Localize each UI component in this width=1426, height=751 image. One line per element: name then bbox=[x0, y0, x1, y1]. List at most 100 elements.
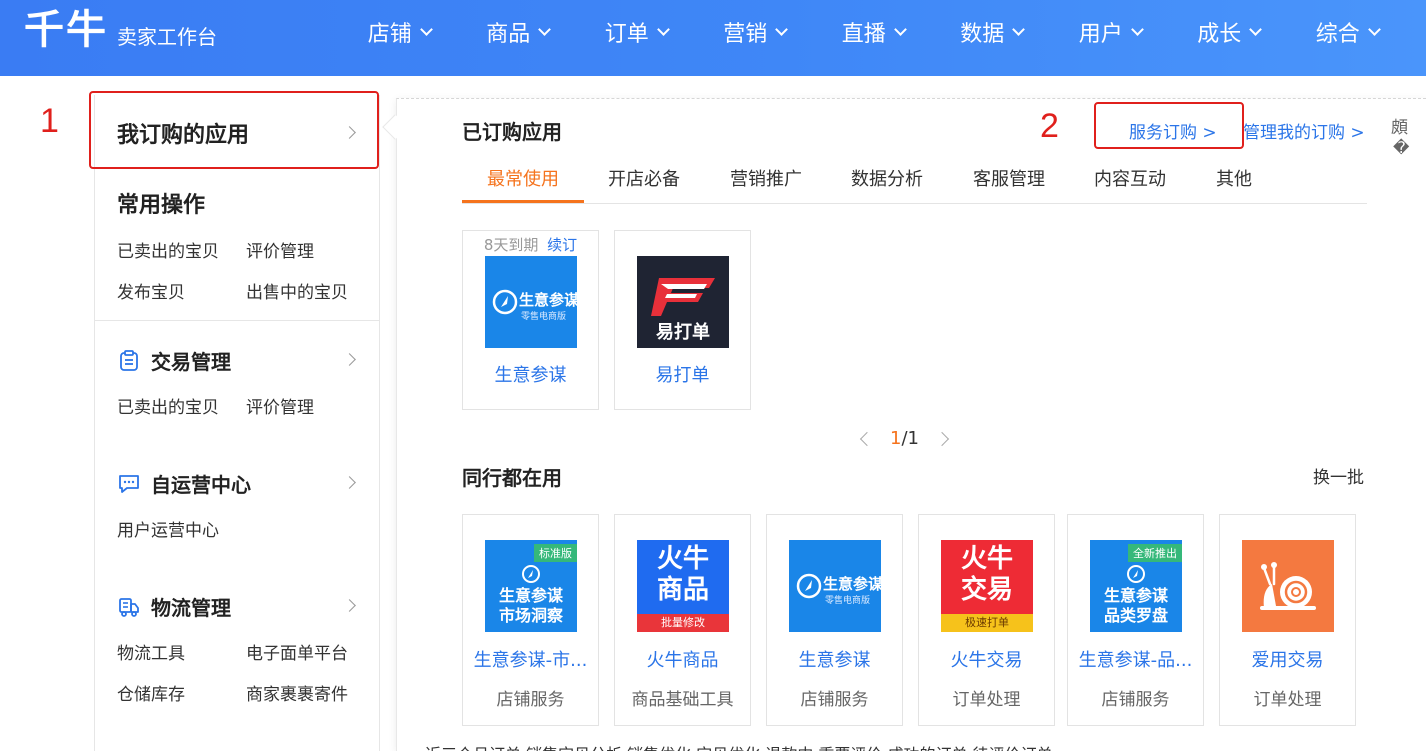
link-warehouse-inventory[interactable]: 仓储库存 bbox=[117, 680, 185, 705]
common-ops-title: 常用操作 bbox=[117, 193, 206, 218]
peer-app-card[interactable]: 火牛 交易 极速打单 火牛交易 订单处理 bbox=[918, 514, 1055, 726]
divider bbox=[95, 320, 380, 321]
underlying-shortcut-row: 近三个月订单 销售宝贝分析 销售优化 宝贝优化 退款中 重要评价 成功的订单 待… bbox=[425, 741, 1053, 751]
clipboard-icon bbox=[120, 349, 138, 371]
nav-live[interactable]: 直播 bbox=[814, 0, 933, 64]
nav-growth[interactable]: 成长 bbox=[1170, 0, 1289, 64]
shengyi-canmou-app-icon: 生意参谋 零售电商版 bbox=[789, 540, 881, 632]
purchased-app-card[interactable]: 易打单 易打单 bbox=[614, 230, 751, 410]
expiry-label: 8天到期 bbox=[483, 236, 539, 254]
tab-marketing[interactable]: 营销推广 bbox=[730, 165, 802, 191]
top-nav-bar: 千牛 卖家工作台 店铺 商品 订单 营销 直播 数据 用户 成长 综合 bbox=[0, 0, 1426, 76]
purchased-app-name: 生意参谋 bbox=[494, 365, 567, 386]
purchased-apps-title: 已订购应用 bbox=[462, 120, 562, 144]
main-nav: 店铺 商品 订单 营销 直播 数据 用户 成长 综合 bbox=[340, 0, 1407, 64]
huoniu-trade-app-icon: 火牛 交易 极速打单 bbox=[941, 540, 1033, 632]
peer-app-card[interactable]: 标准版 生意参谋 市场洞察 生意参谋-市... 店铺服务 bbox=[462, 514, 599, 726]
chevron-down-icon bbox=[893, 23, 907, 36]
annotation-box-1 bbox=[89, 91, 379, 169]
chevron-down-icon bbox=[419, 23, 433, 36]
peer-app-card[interactable]: 生意参谋 零售电商版 生意参谋 店铺服务 bbox=[766, 514, 903, 726]
market-insight-app-icon: 标准版 生意参谋 市场洞察 bbox=[485, 540, 577, 632]
tab-other[interactable]: 其他 bbox=[1216, 165, 1252, 191]
link-e-waybill-platform[interactable]: 电子面单平台 bbox=[246, 639, 348, 664]
current-page: 1 bbox=[890, 428, 902, 449]
peer-app-name: 生意参谋-市... bbox=[473, 650, 588, 671]
peer-app-category: 店铺服务 bbox=[800, 690, 869, 710]
nav-shop[interactable]: 店铺 bbox=[340, 0, 459, 64]
annotation-number-2: 2 bbox=[1040, 107, 1059, 145]
refresh-batch-button[interactable]: 换一批 bbox=[1313, 463, 1364, 488]
link-guoguo-shipping[interactable]: 商家裹裹寄件 bbox=[246, 680, 348, 705]
chat-bubble-icon bbox=[119, 474, 139, 493]
active-tab-indicator bbox=[462, 200, 584, 203]
prev-page-icon[interactable] bbox=[859, 431, 875, 446]
chevron-down-icon bbox=[1130, 23, 1144, 36]
nav-marketing[interactable]: 营销 bbox=[696, 0, 815, 64]
left-menu-panel: 我订购的应用 常用操作 已卖出的宝贝 评价管理 发布宝贝 出售中的宝贝 交易管理… bbox=[94, 95, 380, 751]
app-category-tabs: 最常使用 开店必备 营销推广 数据分析 客服管理 内容互动 其他 bbox=[462, 160, 1367, 204]
next-page-icon[interactable] bbox=[934, 431, 950, 446]
chevron-right-icon bbox=[343, 599, 356, 612]
pagination: 1 /1 bbox=[859, 428, 950, 449]
tab-data-analysis[interactable]: 数据分析 bbox=[851, 165, 923, 191]
chevron-down-icon bbox=[656, 23, 670, 36]
chevron-down-icon bbox=[1367, 23, 1381, 36]
peer-app-name: 生意参谋 bbox=[798, 650, 871, 671]
peer-app-name: 火牛商品 bbox=[646, 650, 719, 671]
annotation-number-1: 1 bbox=[40, 102, 59, 140]
peer-app-name: 生意参谋-品... bbox=[1078, 650, 1193, 671]
purchased-app-name: 易打单 bbox=[655, 365, 710, 386]
chevron-down-icon bbox=[538, 23, 552, 36]
chevron-down-icon bbox=[1012, 23, 1026, 36]
trade-manage-title[interactable]: 交易管理 bbox=[117, 346, 231, 375]
link-on-sale-items[interactable]: 出售中的宝贝 bbox=[246, 278, 348, 303]
chevron-right-icon bbox=[343, 476, 356, 489]
link-review-manage[interactable]: 评价管理 bbox=[246, 393, 314, 418]
peer-app-category: 店铺服务 bbox=[496, 690, 565, 710]
peer-app-category: 店铺服务 bbox=[1101, 690, 1170, 710]
peer-app-card[interactable]: 全新推出 生意参谋 品类罗盘 生意参谋-品... 店铺服务 bbox=[1067, 514, 1204, 726]
logistics-manage-title[interactable]: 物流管理 bbox=[117, 592, 231, 621]
link-review-manage[interactable]: 评价管理 bbox=[246, 237, 314, 262]
qianniu-logo[interactable]: 千牛 bbox=[24, 8, 108, 52]
chevron-right-icon bbox=[343, 353, 356, 366]
nav-orders[interactable]: 订单 bbox=[577, 0, 696, 64]
huoniu-goods-app-icon: 火牛 商品 批量修改 bbox=[637, 540, 729, 632]
peer-app-name: 爱用交易 bbox=[1251, 650, 1324, 671]
renew-link[interactable]: 续订 bbox=[547, 236, 577, 254]
page-total: /1 bbox=[901, 428, 919, 449]
tab-content-interaction[interactable]: 内容互动 bbox=[1094, 165, 1166, 191]
nav-data[interactable]: 数据 bbox=[933, 0, 1052, 64]
annotation-box-2 bbox=[1094, 102, 1244, 149]
nav-users[interactable]: 用户 bbox=[1051, 0, 1170, 64]
workbench-subtitle: 卖家工作台 bbox=[117, 25, 217, 49]
link-publish-item[interactable]: 发布宝贝 bbox=[117, 278, 185, 303]
link-logistics-tools[interactable]: 物流工具 bbox=[117, 639, 185, 664]
peer-app-category: 订单处理 bbox=[1253, 690, 1322, 710]
link-user-operation-center[interactable]: 用户运营中心 bbox=[117, 516, 219, 541]
side-glyph: 頗 bbox=[1391, 118, 1408, 138]
peer-app-category: 商品基础工具 bbox=[631, 690, 734, 710]
link-sold-items[interactable]: 已卖出的宝贝 bbox=[117, 393, 219, 418]
peers-using-title: 同行都在用 bbox=[462, 466, 562, 490]
delivery-truck-icon bbox=[119, 597, 139, 617]
nav-goods[interactable]: 商品 bbox=[459, 0, 578, 64]
self-operation-title[interactable]: 自运营中心 bbox=[117, 469, 251, 498]
purchased-app-card[interactable]: 8天到期 续订 生意参谋 零售电商版 生意参谋 bbox=[462, 230, 599, 410]
peer-app-name: 火牛交易 bbox=[950, 650, 1023, 671]
tab-shop-essentials[interactable]: 开店必备 bbox=[608, 165, 680, 191]
chevron-down-icon bbox=[1249, 23, 1263, 36]
nav-general[interactable]: 综合 bbox=[1288, 0, 1407, 64]
category-compass-app-icon: 全新推出 生意参谋 品类罗盘 bbox=[1090, 540, 1182, 632]
link-sold-items[interactable]: 已卖出的宝贝 bbox=[117, 237, 219, 262]
peer-app-category: 订单处理 bbox=[952, 690, 1021, 710]
peer-app-card[interactable]: 爱用交易 订单处理 bbox=[1219, 514, 1356, 726]
peer-app-card[interactable]: 火牛 商品 批量修改 火牛商品 商品基础工具 bbox=[614, 514, 751, 726]
snail-app-icon bbox=[1242, 540, 1334, 632]
chevron-down-icon bbox=[775, 23, 789, 36]
tab-customer-service[interactable]: 客服管理 bbox=[973, 165, 1045, 191]
side-glyph-fragment: � bbox=[1393, 138, 1410, 157]
tab-most-used[interactable]: 最常使用 bbox=[487, 165, 559, 191]
manage-my-orders-link[interactable]: 管理我的订购 > bbox=[1243, 118, 1365, 143]
